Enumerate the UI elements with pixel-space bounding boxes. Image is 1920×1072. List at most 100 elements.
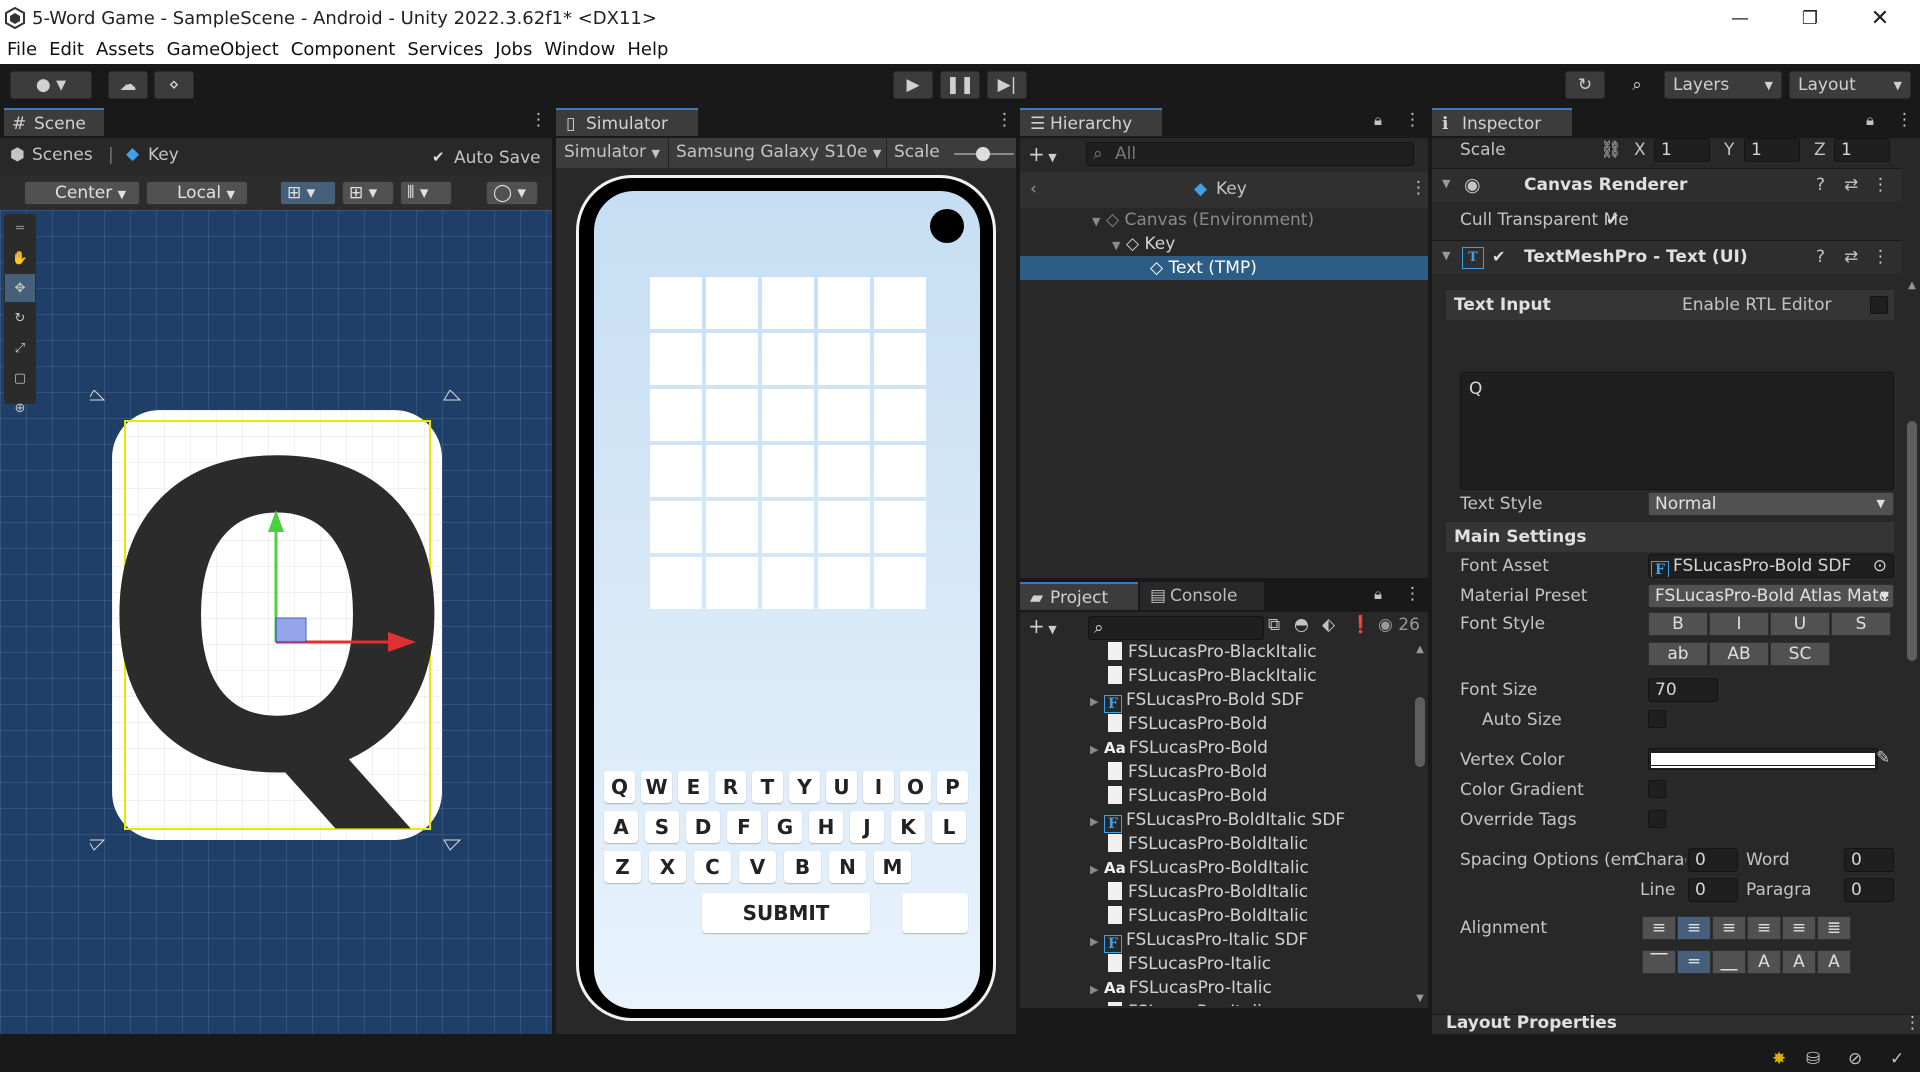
expand-icon[interactable]: ▶ [1090,858,1104,882]
move-tool-icon[interactable]: ✥ [5,274,35,302]
project-item[interactable]: ▶ F FSLucasPro-BoldItalic SDF [1020,808,1412,834]
key-k[interactable]: K [891,811,925,843]
align-geometry-icon[interactable]: ≣ [1817,916,1851,940]
expand-icon[interactable]: ▶ [1090,978,1104,1002]
scale-tool-icon[interactable]: ⤢ [5,334,35,362]
project-item[interactable]: ▶ F FSLucasPro-Bold SDF [1020,688,1412,714]
more-icon[interactable]: ⋮ [996,110,1013,130]
smallcaps-style-button[interactable]: SC [1770,642,1830,666]
rtl-editor-checkbox[interactable] [1870,296,1888,314]
text-input-area[interactable]: Q [1460,372,1894,490]
key-e[interactable]: E [678,771,709,803]
progress-icon[interactable]: ✓ [1890,1049,1904,1069]
key-a[interactable]: A [604,811,638,843]
play-button[interactable]: ▶ [893,71,933,99]
search-by-type-icon[interactable]: ⧉ [1268,615,1280,635]
menu-gameobject[interactable]: GameObject [161,36,285,64]
cloud-button[interactable]: ☁ [108,71,148,99]
key-j[interactable]: J [850,811,884,843]
expand-icon[interactable]: ▶ [1090,810,1104,834]
help-icon[interactable]: ? [1816,175,1825,195]
more-icon[interactable]: ⋮ [530,110,547,130]
warning-icon[interactable]: ❗ [1350,615,1371,635]
cull-transparent-checkbox[interactable]: ✔ [1606,210,1619,229]
scale-slider-thumb[interactable] [976,147,990,161]
color-gradient-checkbox[interactable] [1648,780,1666,798]
project-item[interactable]: FSLucasPro-Italic [1020,1000,1412,1006]
scrollbar-thumb[interactable] [1415,697,1425,767]
minimize-icon[interactable]: — [1710,0,1770,36]
italic-style-button[interactable]: I [1709,612,1769,636]
preset-icon[interactable]: ⇄ [1844,175,1858,195]
override-tags-checkbox[interactable] [1648,810,1666,828]
scene-viewport[interactable]: ═ ✋ ✥ ↻ ⤢ ▢ ⊕ Q [0,210,552,1034]
project-scrollbar[interactable]: ▲ ▼ [1414,644,1426,1004]
hidden-packages-icon[interactable]: ◉ 26 [1378,615,1420,635]
project-item[interactable]: ▶ Aa FSLucasPro-Bold [1020,736,1412,760]
scale-x-field[interactable]: 1 [1654,138,1710,162]
project-item[interactable]: ▶ Aa FSLucasPro-BoldItalic [1020,856,1412,880]
project-item[interactable]: ▶ F FSLucasPro-Italic SDF [1020,928,1412,954]
cache-server-icon[interactable]: ⛁ [1806,1049,1820,1069]
text-style-dropdown[interactable]: Normal ▼ [1648,492,1894,516]
shading-button[interactable]: ◯ ▾ [486,181,538,205]
layout-properties-bar[interactable]: Layout Properties ⋮ [1432,1013,1920,1034]
scroll-down-icon[interactable]: ▼ [1414,993,1426,1004]
create-asset-button[interactable]: + ▼ [1028,614,1057,638]
more-icon[interactable]: ⋮ [1410,178,1427,198]
align-flush-icon[interactable]: ≡ [1782,916,1816,940]
tmp-component-header[interactable]: ▼ T ✔ TextMeshPro - Text (UI) ? ⇄ ⋮ [1432,240,1902,274]
align-right-icon[interactable]: ≡ [1712,916,1746,940]
underline-style-button[interactable]: U [1770,612,1830,636]
rect-tool-icon[interactable]: ▢ [5,364,35,392]
more-icon[interactable]: ⋮ [1904,1013,1920,1033]
expand-icon[interactable]: ▶ [1090,690,1104,714]
preset-icon[interactable]: ⇄ [1844,247,1858,267]
project-item[interactable]: FSLucasPro-BoldItalic [1020,880,1412,904]
key-l[interactable]: L [932,811,966,843]
word-spacing-field[interactable]: 0 [1844,848,1894,872]
layout-dropdown[interactable]: Layout ▼ [1789,71,1911,99]
object-picker-icon[interactable]: ⊙ [1873,555,1887,577]
material-preset-dropdown[interactable]: FSLucasPro-Bold Atlas Mate ▼ [1648,584,1894,608]
key-n[interactable]: N [829,851,866,883]
key-d[interactable]: D [686,811,720,843]
more-icon[interactable]: ⋮ [1404,110,1421,130]
create-button[interactable]: + ▼ [1028,142,1057,166]
history-button[interactable]: ↻ [1565,71,1605,99]
project-item[interactable]: ▶ Aa FSLucasPro-Italic [1020,976,1412,1000]
collab-button[interactable]: ⋄ [154,71,194,99]
key-b[interactable]: B [784,851,821,883]
grid-snap-button[interactable]: ⊞ ▾ [280,181,336,205]
menu-window[interactable]: Window [538,36,621,64]
project-item[interactable]: FSLucasPro-Bold [1020,760,1412,784]
inspector-scrollbar[interactable]: ▲ [1906,280,1918,998]
tab-scene[interactable]: # Scene [4,108,104,136]
scroll-up-icon[interactable]: ▲ [1414,644,1426,655]
align-justify-icon[interactable]: ≡ [1747,916,1781,940]
scale-y-field[interactable]: 1 [1744,138,1800,162]
paragraph-spacing-field[interactable]: 0 [1844,878,1894,902]
maximize-icon[interactable]: ❐ [1780,0,1840,36]
menu-component[interactable]: Component [285,36,402,64]
uppercase-style-button[interactable]: AB [1709,642,1769,666]
line-spacing-field[interactable]: 0 [1688,878,1738,902]
more-icon[interactable]: ⋮ [1872,247,1889,267]
menu-services[interactable]: Services [401,36,489,64]
auto-refresh-icon[interactable]: ⊘ [1848,1049,1862,1069]
canvas-renderer-header[interactable]: ▼ ◉ Canvas Renderer ? ⇄ ⋮ [1432,168,1902,202]
bold-style-button[interactable]: B [1648,612,1708,636]
debug-icon[interactable]: ✸ [1772,1049,1786,1069]
tag-icon[interactable]: ⬖ [1322,615,1335,635]
align-left-icon[interactable]: ≡ [1642,916,1676,940]
expand-icon[interactable]: ▶ [1090,930,1104,954]
scroll-up-icon[interactable]: ▲ [1906,280,1918,291]
search-button[interactable]: ⌕ [1617,71,1657,99]
key-i[interactable]: I [863,771,894,803]
menu-jobs[interactable]: Jobs [489,36,538,64]
key-x[interactable]: X [649,851,686,883]
account-button[interactable]: ● ▼ [10,71,92,99]
project-item[interactable]: FSLucasPro-BoldItalic [1020,832,1412,856]
strikethrough-style-button[interactable]: S [1831,612,1891,636]
align-capline-icon[interactable]: A [1817,950,1851,974]
